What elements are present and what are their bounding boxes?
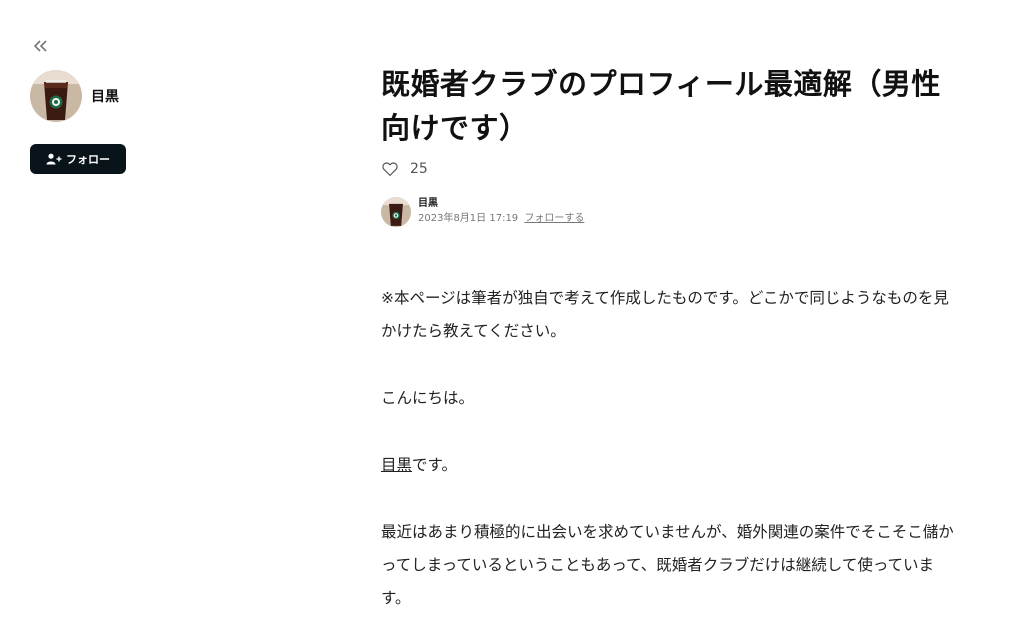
article-body: ※本ページは筆者が独自で考えて作成したものです。どこかで同じようなものを見かけた…: [381, 282, 961, 636]
author-inline-link[interactable]: 目黒: [381, 456, 412, 474]
back-button[interactable]: [30, 36, 52, 56]
like-count[interactable]: 25: [410, 161, 428, 177]
follow-button[interactable]: フォロー: [30, 144, 126, 174]
paragraph: こんにちは。: [381, 389, 475, 407]
like-row: 25: [381, 160, 428, 178]
publish-datetime: 2023年8月1日 17:19: [418, 213, 519, 224]
follow-link[interactable]: フォローする: [524, 213, 584, 224]
creator-avatar[interactable]: [30, 70, 82, 122]
user-plus-icon: [46, 153, 62, 165]
author-name[interactable]: 目黒: [418, 197, 584, 211]
paragraph: 目黒です。: [381, 449, 961, 482]
author-row: 目黒 2023年8月1日 17:19 フォローする: [381, 197, 584, 227]
paragraph: 最近はあまり積極的に出会いを求めていませんが、婚外関連の案件でそこそこ儲かってし…: [381, 523, 954, 607]
double-chevron-left-icon: [33, 40, 47, 52]
note-article-page: 目黒 フォロー 既婚者クラブのプロフィール最適解（男性向けです） 25 目黒 2…: [0, 0, 1024, 636]
article-title: 既婚者クラブのプロフィール最適解（男性向けです）: [381, 67, 941, 145]
paragraph-text: です。: [412, 456, 457, 474]
author-avatar[interactable]: [381, 197, 411, 227]
creator-info[interactable]: 目黒: [30, 70, 119, 122]
follow-button-label: フォロー: [66, 153, 110, 166]
creator-name[interactable]: 目黒: [91, 86, 119, 106]
heart-outline-icon[interactable]: [381, 160, 399, 178]
paragraph: ※本ページは筆者が独自で考えて作成したものです。どこかで同じようなものを見かけた…: [381, 289, 949, 340]
